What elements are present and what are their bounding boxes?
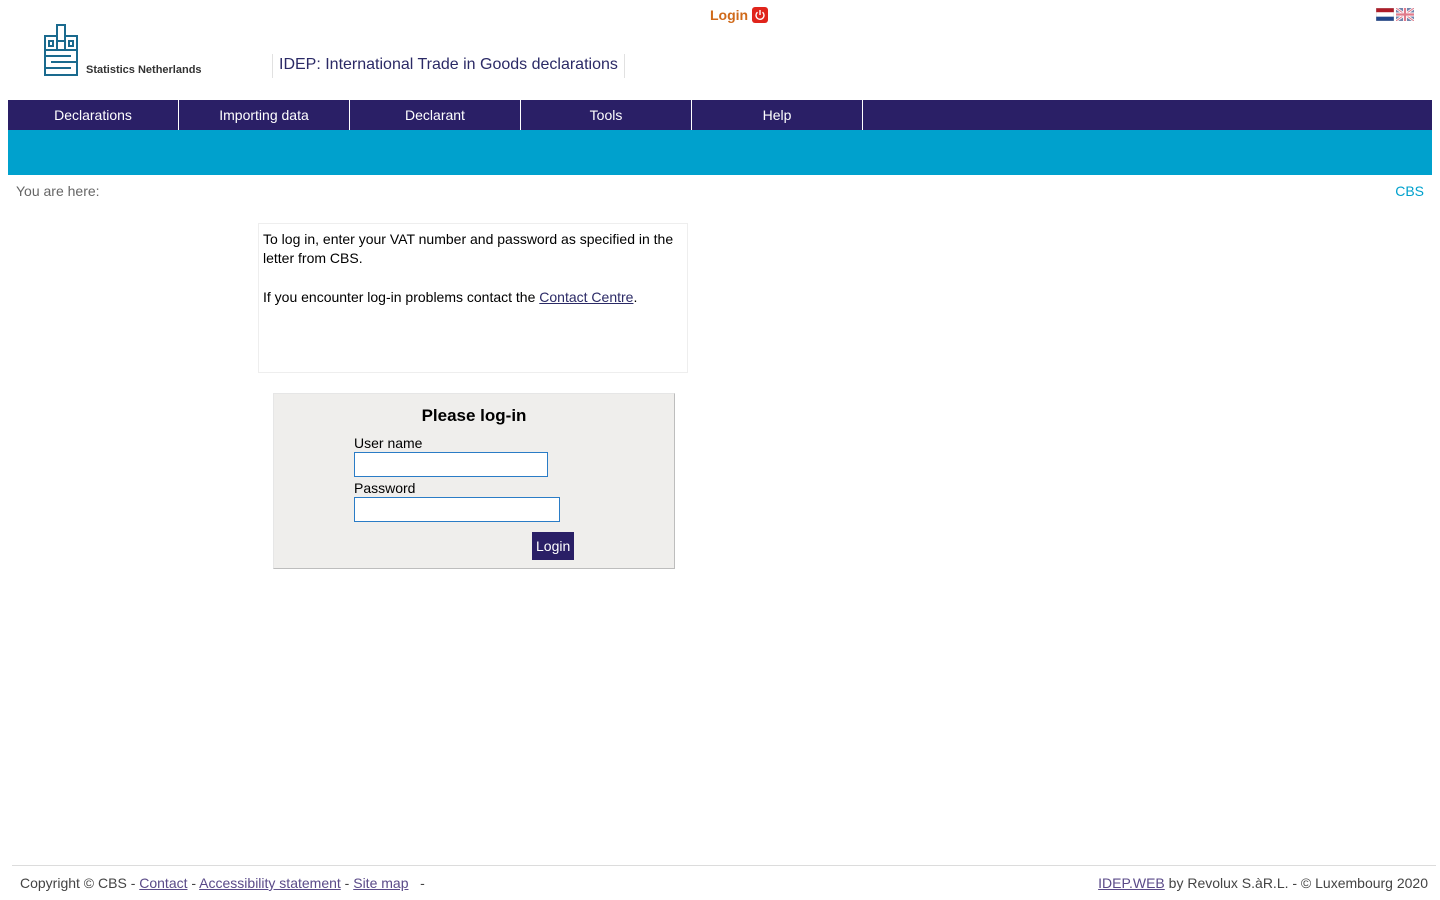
info-contact-suffix: . [633, 289, 638, 305]
nav-item-declarations[interactable]: Declarations [8, 100, 179, 130]
info-text: To log in, enter your VAT number and pas… [263, 231, 674, 266]
top-login-label: Login [710, 7, 749, 23]
accessibility-link[interactable]: Accessibility statement [199, 875, 341, 891]
login-button[interactable]: Login [532, 532, 575, 560]
contact-centre-link[interactable]: Contact Centre [539, 289, 633, 305]
app-title: IDEP: International Trade in Goods decla… [272, 54, 625, 78]
username-label: User name [354, 435, 423, 451]
copyright-text: Copyright © CBS - [20, 875, 140, 891]
footer-trailing: - [408, 875, 425, 891]
info-contact-text: If you encounter log-in problems contact… [263, 288, 683, 307]
breadcrumb: You are here: [16, 183, 100, 199]
cbs-logo-icon [44, 24, 78, 76]
footer-separator: - [340, 875, 354, 891]
info-contact-prefix: If you encounter log-in problems contact… [263, 289, 540, 305]
language-switcher [1376, 8, 1414, 21]
flag-nl-icon[interactable] [1376, 8, 1394, 21]
logo-text: Statistics Netherlands [86, 64, 202, 76]
footer-divider [12, 865, 1436, 866]
main-nav: Declarations Importing data Declarant To… [8, 100, 1432, 130]
footer-left: Copyright © CBS - Contact - Accessibilit… [20, 875, 425, 891]
login-title: Please log-in [421, 406, 527, 425]
login-form: Please log-in User name Password Login [273, 393, 675, 569]
username-input[interactable] [354, 452, 548, 477]
nav-item-declarant[interactable]: Declarant [350, 100, 521, 130]
nav-item-importing-data[interactable]: Importing data [179, 100, 350, 130]
password-label: Password [354, 480, 416, 496]
footer-right: IDEP.WEB by Revolux S.àR.L. - © Luxembou… [1098, 875, 1428, 891]
footer-separator: - [187, 875, 200, 891]
footer-contact-link[interactable]: Contact [139, 875, 187, 891]
top-login-link[interactable]: Login [710, 7, 769, 23]
sub-nav-bar [8, 130, 1432, 175]
cbs-home-link[interactable]: CBS [1395, 183, 1424, 199]
footer-credits: by Revolux S.àR.L. - © Luxembourg 2020 [1164, 875, 1428, 891]
nav-item-tools[interactable]: Tools [521, 100, 692, 130]
login-info-box: To log in, enter your VAT number and pas… [258, 223, 688, 373]
idep-web-link[interactable]: IDEP.WEB [1098, 875, 1165, 891]
power-icon [752, 7, 769, 23]
password-input[interactable] [354, 497, 560, 522]
nav-item-help[interactable]: Help [692, 100, 863, 130]
flag-uk-icon[interactable] [1396, 8, 1414, 21]
cbs-logo[interactable]: Statistics Netherlands [44, 24, 202, 76]
sitemap-link[interactable]: Site map [353, 875, 408, 891]
